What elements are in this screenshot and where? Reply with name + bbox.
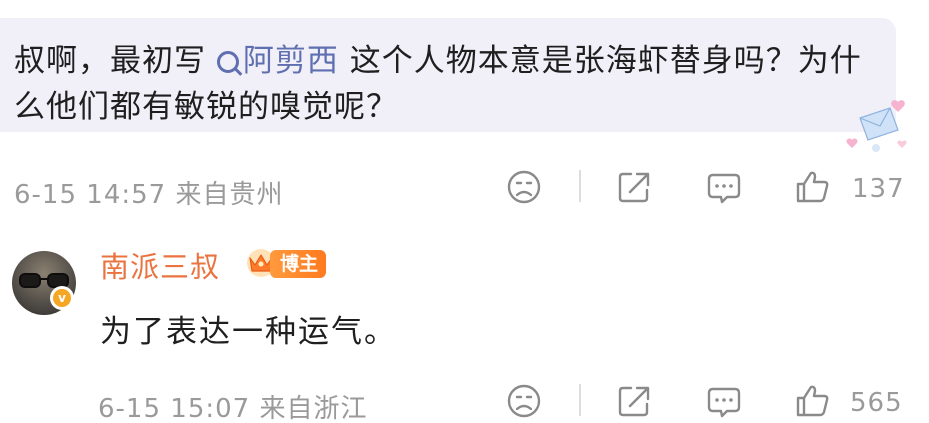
comment-button[interactable] bbox=[704, 168, 744, 206]
mention-link[interactable]: 阿剪西 bbox=[216, 43, 350, 79]
comment-text: 叔啊，最初写 阿剪西 这个人物本意是张海虾替身吗？为什么他们都有敏锐的嗅觉呢？ bbox=[14, 38, 874, 130]
divider bbox=[579, 384, 581, 416]
comment-bubble-icon bbox=[707, 173, 741, 204]
comment-meta-row: 6-15 14:57 来自贵州 137 bbox=[0, 162, 929, 212]
comment-timestamp: 6-15 14:57 来自贵州 bbox=[14, 180, 284, 210]
comment-bubble-icon bbox=[707, 387, 741, 418]
envelope-hearts-icon bbox=[846, 100, 907, 152]
dislike-button[interactable] bbox=[504, 168, 544, 206]
thumbs-up-icon bbox=[796, 385, 829, 417]
share-button[interactable] bbox=[614, 382, 654, 420]
share-button[interactable] bbox=[614, 168, 654, 206]
search-icon bbox=[216, 51, 239, 73]
like-count: 565 bbox=[850, 388, 903, 418]
dislike-button[interactable] bbox=[504, 382, 544, 420]
reply-timestamp: 6-15 15:07 来自浙江 bbox=[98, 394, 368, 423]
mention-label: 阿剪西 bbox=[242, 43, 339, 79]
like-count: 137 bbox=[852, 174, 905, 204]
frown-face-icon bbox=[507, 384, 541, 418]
verified-badge: v bbox=[50, 286, 74, 310]
like-button[interactable] bbox=[792, 168, 832, 206]
share-arrow-icon bbox=[618, 386, 650, 417]
reply-meta-row: 6-15 15:07 来自浙江 565 bbox=[0, 376, 929, 423]
frown-face-icon bbox=[507, 170, 541, 204]
comment-bubble: 叔啊，最初写 阿剪西 这个人物本意是张海虾替身吗？为什么他们都有敏锐的嗅觉呢？ bbox=[0, 18, 907, 152]
comment-button[interactable] bbox=[704, 382, 744, 420]
comment-text-before: 叔啊，最初写 bbox=[14, 43, 206, 79]
thumbs-up-icon bbox=[796, 171, 829, 203]
author-badge: 博主 bbox=[270, 250, 327, 278]
like-button[interactable] bbox=[792, 382, 832, 420]
reply-author-name[interactable]: 南派三叔 bbox=[100, 244, 220, 286]
share-arrow-icon bbox=[618, 172, 650, 203]
reply-text: 为了表达一种运气。 bbox=[100, 314, 397, 350]
divider bbox=[579, 170, 581, 202]
